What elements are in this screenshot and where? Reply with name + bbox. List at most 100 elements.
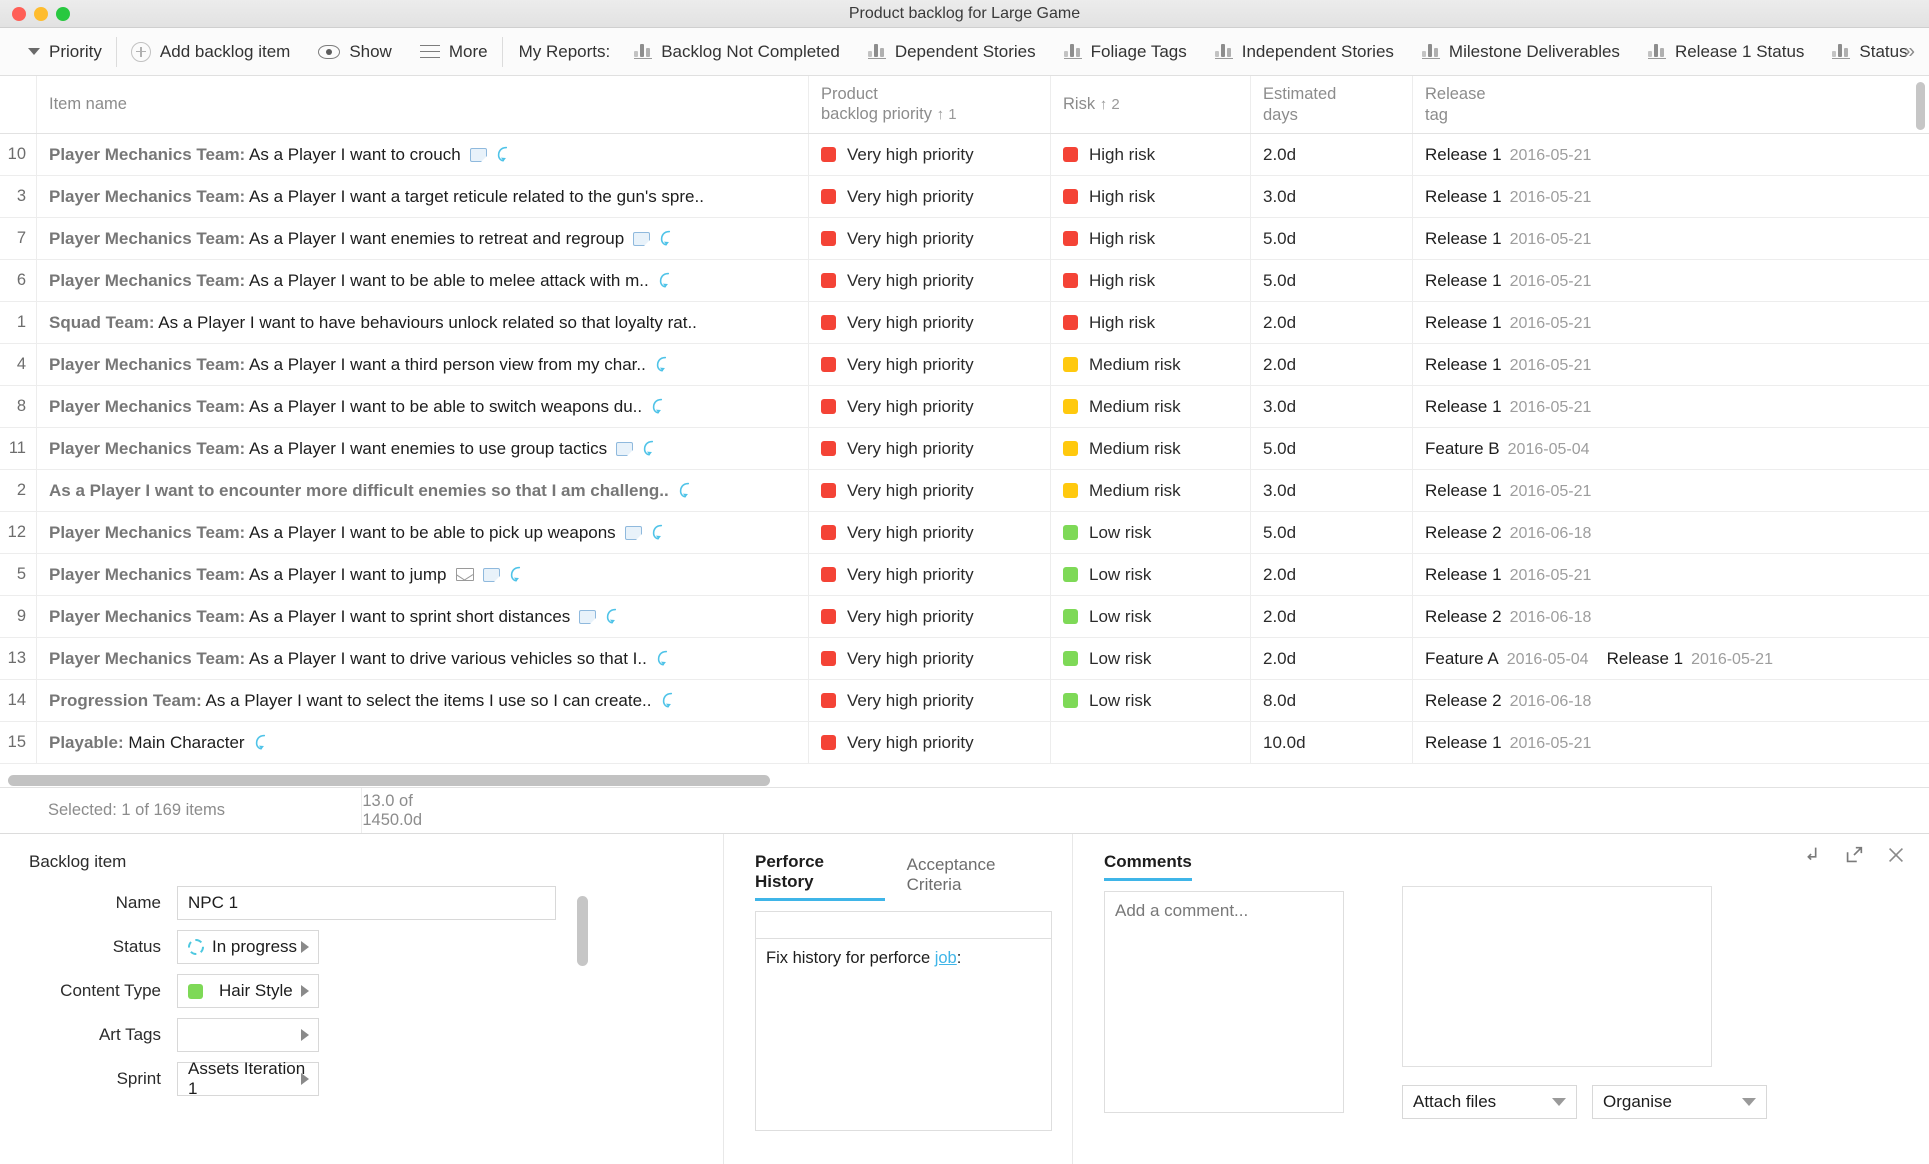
cell-estimated-days[interactable]: 8.0d (1250, 680, 1412, 721)
table-row[interactable]: 6 Player Mechanics Team: As a Player I wa… (0, 260, 1929, 302)
cell-estimated-days[interactable]: 5.0d (1250, 428, 1412, 469)
expand-icon[interactable] (1843, 844, 1865, 866)
cell-release-tag[interactable]: Release 1 2016-05-21 (1412, 134, 1912, 175)
cell-priority[interactable]: Very high priority (808, 596, 1050, 637)
cell-release-tag[interactable]: Release 1 2016-05-21 (1412, 302, 1912, 343)
release-tag[interactable]: Feature A 2016-05-04 (1425, 649, 1589, 669)
table-row[interactable]: 5 Player Mechanics Team: As a Player I wa… (0, 554, 1929, 596)
mail-icon[interactable] (455, 568, 474, 581)
cell-release-tag[interactable]: Feature B 2016-05-04 (1412, 428, 1912, 469)
toolbar-overflow-button[interactable]: » (1898, 36, 1921, 67)
table-row[interactable]: 13 Player Mechanics Team: As a Player I w… (0, 638, 1929, 680)
refresh-icon[interactable] (661, 692, 677, 709)
cell-estimated-days[interactable]: 2.0d (1250, 554, 1412, 595)
refresh-icon[interactable] (651, 398, 667, 415)
cell-item-name[interactable]: Playable: Main Character (36, 722, 808, 763)
cell-item-name[interactable]: Player Mechanics Team: As a Player I wan… (36, 218, 808, 259)
cell-item-name[interactable]: Progression Team: As a Player I want to … (36, 680, 808, 721)
cell-estimated-days[interactable]: 2.0d (1250, 344, 1412, 385)
cell-estimated-days[interactable]: 2.0d (1250, 302, 1412, 343)
cell-risk[interactable]: Medium risk (1050, 344, 1250, 385)
cell-priority[interactable]: Very high priority (808, 554, 1050, 595)
scrollbar-thumb[interactable] (8, 774, 770, 786)
tab-acceptance-criteria[interactable]: Acceptance Criteria (907, 855, 1052, 901)
close-icon[interactable] (1885, 844, 1907, 866)
column-header-release-tag[interactable]: Release tag (1412, 76, 1912, 133)
cell-priority[interactable]: Very high priority (808, 638, 1050, 679)
form-vertical-scrollbar[interactable] (577, 896, 588, 966)
cell-priority[interactable]: Very high priority (808, 386, 1050, 427)
cell-estimated-days[interactable]: 3.0d (1250, 470, 1412, 511)
cell-risk[interactable]: High risk (1050, 134, 1250, 175)
cell-item-name[interactable]: Player Mechanics Team: As a Player I wan… (36, 134, 808, 175)
cell-risk[interactable]: High risk (1050, 302, 1250, 343)
cell-release-tag[interactable]: Release 1 2016-05-21 (1412, 470, 1912, 511)
cell-item-name[interactable]: Player Mechanics Team: As a Player I wan… (36, 596, 808, 637)
cell-item-name[interactable]: Player Mechanics Team: As a Player I wan… (36, 344, 808, 385)
tab-perforce-history[interactable]: Perforce History (755, 852, 885, 901)
cell-release-tag[interactable]: Release 1 2016-05-21 (1412, 722, 1912, 763)
cell-risk[interactable]: Low risk (1050, 680, 1250, 721)
cell-priority[interactable]: Very high priority (808, 176, 1050, 217)
note-icon[interactable] (616, 441, 634, 456)
cell-priority[interactable]: Very high priority (808, 344, 1050, 385)
refresh-icon[interactable] (656, 650, 672, 667)
cell-priority[interactable]: Very high priority (808, 134, 1050, 175)
release-tag[interactable]: Release 1 2016-05-21 (1425, 145, 1591, 165)
cell-release-tag[interactable]: Release 1 2016-05-21 (1412, 344, 1912, 385)
add-backlog-item-button[interactable]: Add backlog item (117, 33, 304, 71)
note-icon[interactable] (624, 525, 642, 540)
cell-release-tag[interactable]: Release 2 2016-06-18 (1412, 596, 1912, 637)
table-row[interactable]: 11 Player Mechanics Team: As a Player I w… (0, 428, 1929, 470)
cell-estimated-days[interactable]: 5.0d (1250, 260, 1412, 301)
cell-risk[interactable]: Medium risk (1050, 470, 1250, 511)
cell-item-name[interactable]: As a Player I want to encounter more dif… (36, 470, 808, 511)
table-horizontal-scrollbar[interactable] (0, 773, 810, 787)
cell-estimated-days[interactable]: 3.0d (1250, 386, 1412, 427)
cell-item-name[interactable]: Player Mechanics Team: As a Player I wan… (36, 638, 808, 679)
release-tag[interactable]: Release 1 2016-05-21 (1425, 229, 1591, 249)
cell-item-name[interactable]: Player Mechanics Team: As a Player I wan… (36, 176, 808, 217)
refresh-icon[interactable] (509, 566, 525, 583)
cell-release-tag[interactable]: Release 1 2016-05-21 (1412, 176, 1912, 217)
table-row[interactable]: 9 Player Mechanics Team: As a Player I wa… (0, 596, 1929, 638)
cell-release-tag[interactable]: Release 1 2016-05-21 (1412, 218, 1912, 259)
cell-item-name[interactable]: Player Mechanics Team: As a Player I wan… (36, 428, 808, 469)
cell-priority[interactable]: Very high priority (808, 470, 1050, 511)
cell-item-name[interactable]: Squad Team: As a Player I want to have b… (36, 302, 808, 343)
cell-release-tag[interactable]: Release 2 2016-06-18 (1412, 680, 1912, 721)
cell-priority[interactable]: Very high priority (808, 218, 1050, 259)
refresh-icon[interactable] (651, 524, 667, 541)
cell-priority[interactable]: Very high priority (808, 302, 1050, 343)
cell-risk[interactable]: High risk (1050, 260, 1250, 301)
more-button[interactable]: More (406, 33, 502, 71)
release-tag[interactable]: Release 1 2016-05-21 (1425, 565, 1591, 585)
organise-dropdown[interactable]: Organise (1592, 1085, 1767, 1119)
report-dependent-stories[interactable]: Dependent Stories (854, 33, 1050, 71)
cell-risk[interactable]: Low risk (1050, 512, 1250, 553)
cell-priority[interactable]: Very high priority (808, 260, 1050, 301)
cell-priority[interactable]: Very high priority (808, 512, 1050, 553)
release-tag[interactable]: Release 2 2016-06-18 (1425, 523, 1591, 543)
cell-risk[interactable]: Medium risk (1050, 386, 1250, 427)
column-header-risk[interactable]: Risk ↑ 2 (1050, 76, 1250, 133)
table-vertical-scrollbar[interactable] (1916, 82, 1925, 130)
column-header-estimated-days[interactable]: Estimated days (1250, 76, 1412, 133)
release-tag[interactable]: Release 1 2016-05-21 (1425, 271, 1591, 291)
refresh-icon[interactable] (658, 272, 674, 289)
attach-files-dropdown[interactable]: Attach files (1402, 1085, 1577, 1119)
cell-priority[interactable]: Very high priority (808, 722, 1050, 763)
cell-estimated-days[interactable]: 5.0d (1250, 218, 1412, 259)
popout-icon[interactable] (1801, 844, 1823, 866)
history-toolbar[interactable] (755, 911, 1052, 939)
cell-risk[interactable]: Low risk (1050, 638, 1250, 679)
table-row[interactable]: 7 Player Mechanics Team: As a Player I wa… (0, 218, 1929, 260)
cell-risk[interactable]: Low risk (1050, 554, 1250, 595)
table-row[interactable]: 8 Player Mechanics Team: As a Player I wa… (0, 386, 1929, 428)
cell-estimated-days[interactable]: 3.0d (1250, 176, 1412, 217)
cell-priority[interactable]: Very high priority (808, 428, 1050, 469)
release-tag[interactable]: Release 1 2016-05-21 (1425, 313, 1591, 333)
note-icon[interactable] (633, 231, 651, 246)
status-select[interactable]: In progress (177, 930, 319, 964)
attachments-dropzone[interactable] (1402, 886, 1712, 1067)
